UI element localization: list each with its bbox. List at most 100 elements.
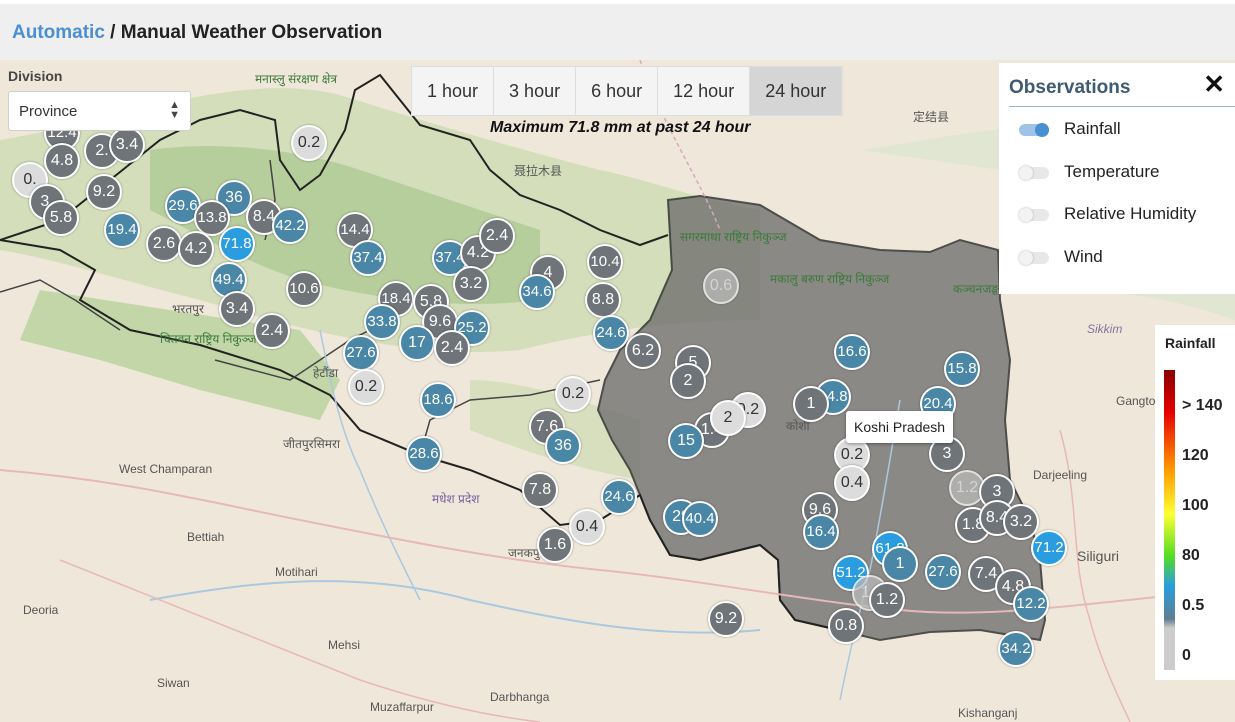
place-label: Bettiah <box>187 530 225 544</box>
place-label: चितवन राष्ट्रिय निकुञ्ज <box>160 332 257 346</box>
tab-3-hour[interactable]: 3 hour <box>494 67 577 115</box>
legend-title: Rainfall <box>1165 335 1216 351</box>
station-marker[interactable]: 9.2 <box>708 601 744 637</box>
station-marker[interactable]: 0.8 <box>828 608 864 644</box>
station-marker[interactable]: 1 <box>793 386 829 422</box>
station-marker[interactable]: 34.6 <box>519 274 555 310</box>
province-tooltip: Koshi Pradesh <box>846 411 954 443</box>
station-marker[interactable]: 5.8 <box>43 200 79 236</box>
station-marker[interactable]: 0.4 <box>834 465 870 501</box>
station-marker[interactable]: 3.2 <box>1003 504 1039 540</box>
tab-24-hour[interactable]: 24 hour <box>750 67 843 115</box>
legend-label: 0.5 <box>1182 597 1205 614</box>
station-marker[interactable]: 4.2 <box>178 231 214 267</box>
station-marker[interactable]: 0.2 <box>555 376 591 412</box>
station-marker[interactable]: 27.6 <box>343 335 379 371</box>
header-bar: Automatic / Manual Weather Observation <box>0 0 1235 60</box>
station-marker[interactable]: 0.2 <box>348 369 384 405</box>
station-marker[interactable]: 0.6 <box>703 268 739 304</box>
place-label: जीतपुरसिमरा <box>283 437 340 451</box>
place-label: Siliguri <box>1077 548 1120 564</box>
station-marker[interactable]: 40.4 <box>682 501 718 537</box>
place-label: Mehsi <box>328 638 361 652</box>
place-label: मधेश प्रदेश <box>432 492 480 506</box>
station-marker[interactable]: 2.4 <box>254 313 290 349</box>
place-label: सगरमाथा राष्ट्रिय निकुञ्ज <box>680 230 787 244</box>
station-marker[interactable]: 71.8 <box>219 226 255 262</box>
station-marker[interactable]: 2 <box>710 400 746 436</box>
station-marker[interactable]: 3.2 <box>453 266 489 302</box>
station-marker[interactable]: 34.2 <box>998 631 1034 667</box>
maximum-note: Maximum 71.8 mm at past 24 hour <box>490 119 751 136</box>
place-label: Darjeeling <box>1033 468 1088 482</box>
place-label: 聂拉木县 <box>514 164 563 178</box>
observation-label: Relative Humidity <box>1064 204 1197 223</box>
station-marker[interactable]: 24.6 <box>593 315 629 351</box>
close-icon[interactable]: ✕ <box>1203 69 1225 100</box>
temperature-toggle[interactable] <box>1019 166 1049 180</box>
place-label: Motihari <box>275 565 318 579</box>
station-marker[interactable]: 37.4 <box>350 240 386 276</box>
place-label: Sikkim <box>1087 322 1123 336</box>
humidity-toggle[interactable] <box>1019 208 1049 222</box>
station-marker[interactable]: 24.6 <box>601 479 637 515</box>
station-marker[interactable]: 16.4 <box>803 514 839 550</box>
legend-label: 100 <box>1182 497 1209 514</box>
station-marker[interactable]: 3.4 <box>109 127 145 163</box>
panel-divider <box>1009 106 1235 107</box>
station-marker[interactable]: 0.4 <box>569 509 605 545</box>
station-marker[interactable]: 0.2 <box>291 125 327 161</box>
observation-label: Rainfall <box>1064 119 1121 138</box>
legend-color-bar <box>1164 370 1175 670</box>
station-marker[interactable]: 15 <box>668 423 704 459</box>
tab-12-hour[interactable]: 12 hour <box>658 67 751 115</box>
station-marker[interactable]: 2.4 <box>434 330 470 366</box>
observations-title: Observations <box>1009 77 1131 98</box>
place-label: Darbhanga <box>490 690 550 704</box>
station-marker[interactable]: 1 <box>882 546 918 582</box>
tab-6-hour[interactable]: 6 hour <box>576 67 659 115</box>
station-marker[interactable]: 2.4 <box>479 218 515 254</box>
place-label: मकालु बरुण राष्ट्रिय निकुञ्ज <box>770 272 890 286</box>
rainfall-toggle[interactable] <box>1019 123 1049 137</box>
station-marker[interactable]: 9.2 <box>86 174 122 210</box>
wind-toggle[interactable] <box>1019 251 1049 265</box>
station-marker[interactable]: 71.2 <box>1031 530 1067 566</box>
observations-panel: Observations ✕ Rainfall Temperature Rela… <box>999 63 1235 294</box>
station-marker[interactable]: 33.8 <box>364 304 400 340</box>
station-marker[interactable]: 28.6 <box>406 436 442 472</box>
station-marker[interactable]: 16.6 <box>834 334 870 370</box>
station-marker[interactable]: 12.2 <box>1013 586 1049 622</box>
division-select[interactable]: Province ▲ ▼ <box>8 91 191 131</box>
station-marker[interactable]: 7.8 <box>522 472 558 508</box>
station-marker[interactable]: 2 <box>670 363 706 399</box>
station-marker[interactable]: 17 <box>399 325 435 361</box>
legend-label: > 140 <box>1182 397 1223 414</box>
place-label: भरतपुर <box>172 302 204 316</box>
updown-chevron-icon: ▲ ▼ <box>169 99 180 121</box>
station-marker[interactable]: 15.8 <box>944 351 980 387</box>
tab-1-hour[interactable]: 1 hour <box>412 67 495 115</box>
station-marker[interactable]: 27.6 <box>925 554 961 590</box>
station-marker[interactable]: 42.2 <box>272 208 308 244</box>
station-marker[interactable]: 1.6 <box>537 527 573 563</box>
station-marker[interactable]: 6.2 <box>625 333 661 369</box>
station-marker[interactable]: 18.6 <box>420 382 456 418</box>
station-marker[interactable]: 3.4 <box>219 291 255 327</box>
place-label: मनास्लु संरक्षण क्षेत्र <box>255 72 337 86</box>
observation-label: Temperature <box>1064 162 1160 181</box>
rainfall-legend: Rainfall > 140 120 100 80 0.5 0 <box>1155 325 1235 680</box>
title-separator: / <box>104 22 121 43</box>
station-marker[interactable]: 36 <box>545 428 581 464</box>
automatic-link[interactable]: Automatic <box>12 22 105 43</box>
page-title: Automatic / Manual Weather Observation <box>12 22 382 44</box>
place-label: हेटौंडा <box>313 366 339 380</box>
station-marker[interactable]: 8.8 <box>585 282 621 318</box>
station-marker[interactable]: 10.6 <box>286 271 322 307</box>
station-marker[interactable]: 19.4 <box>104 212 140 248</box>
station-marker[interactable]: 2.6 <box>146 226 182 262</box>
station-marker[interactable]: 10.4 <box>587 244 623 280</box>
place-label: Deoria <box>23 603 59 617</box>
station-marker[interactable]: 4.8 <box>44 143 80 179</box>
station-marker[interactable]: 1.2 <box>869 582 905 618</box>
